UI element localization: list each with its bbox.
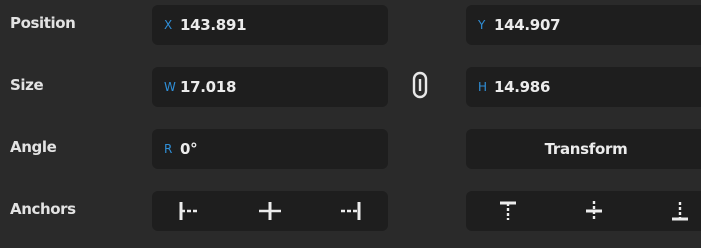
anchor-right-icon[interactable] [332, 191, 372, 231]
position-label: Position [10, 14, 76, 32]
anchors-row: Anchors [0, 186, 701, 232]
vertical-anchors-group [466, 191, 701, 231]
anchors-label: Anchors [10, 200, 76, 218]
w-axis-label: W [164, 80, 176, 94]
anchor-bottom-icon[interactable] [660, 191, 700, 231]
angle-value[interactable]: 0° [180, 129, 198, 169]
r-axis-label: R [164, 142, 173, 156]
anchor-left-icon[interactable] [168, 191, 208, 231]
transform-panel: Position X 143.891 Y 144.907 Size W 17.0… [0, 0, 701, 248]
angle-row: Angle R 0° Transform [0, 124, 701, 170]
size-h-field[interactable]: H 14.986 [466, 67, 701, 107]
horizontal-anchors-group [152, 191, 388, 231]
position-y-field[interactable]: Y 144.907 [466, 5, 701, 45]
position-y-value[interactable]: 144.907 [494, 5, 561, 45]
anchor-center-v-icon[interactable] [574, 191, 614, 231]
position-x-value[interactable]: 143.891 [180, 5, 247, 45]
size-label: Size [10, 76, 44, 94]
transform-button-label: Transform [544, 140, 628, 158]
size-w-value[interactable]: 17.018 [180, 67, 236, 107]
size-h-value[interactable]: 14.986 [494, 67, 550, 107]
anchor-top-icon[interactable] [488, 191, 528, 231]
x-axis-label: X [164, 18, 173, 32]
size-row: Size W 17.018 H 14.986 [0, 62, 701, 108]
aspect-lock-icon[interactable] [408, 70, 432, 100]
transform-button[interactable]: Transform [466, 129, 701, 169]
h-axis-label: H [478, 80, 488, 94]
anchor-center-h-icon[interactable] [250, 191, 290, 231]
angle-r-field[interactable]: R 0° [152, 129, 388, 169]
position-x-field[interactable]: X 143.891 [152, 5, 388, 45]
position-row: Position X 143.891 Y 144.907 [0, 0, 701, 46]
size-w-field[interactable]: W 17.018 [152, 67, 388, 107]
angle-label: Angle [10, 138, 57, 156]
y-axis-label: Y [478, 18, 486, 32]
